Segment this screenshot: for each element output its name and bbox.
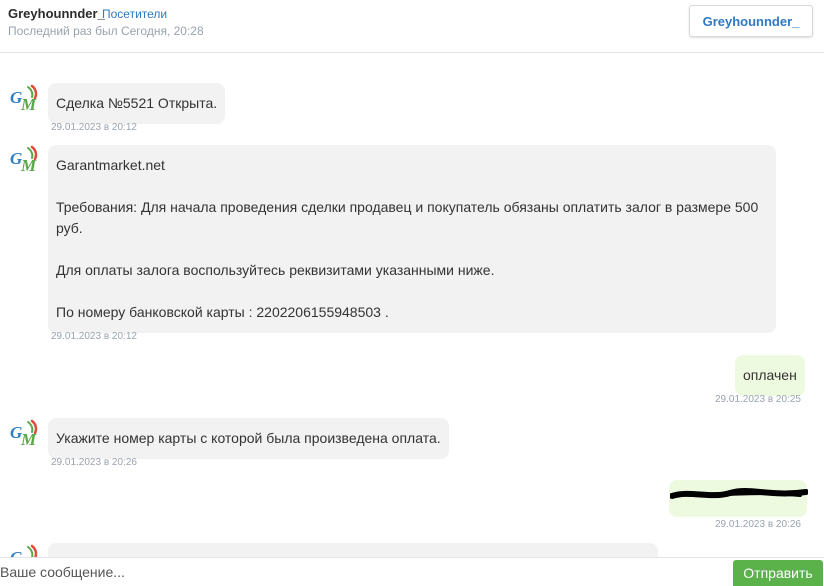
svg-text:M: M xyxy=(20,430,37,449)
message-text: оплачен xyxy=(743,367,797,383)
message-text: По номеру банковской карты : 22022061559… xyxy=(56,304,389,320)
message-text: Требования: Для начала проведения сделки… xyxy=(56,199,759,215)
message-text: Укажите номер карты с которой была произ… xyxy=(56,430,441,446)
message-bubble-incoming: Укажите номер карты с которой была произ… xyxy=(48,418,449,459)
svg-text:M: M xyxy=(20,156,37,175)
message-text: Сделка №5521 Открыта. xyxy=(56,95,218,111)
message-text xyxy=(56,239,768,260)
message-timestamp: 29.01.2023 в 20:12 xyxy=(51,122,137,133)
message-text: руб. xyxy=(56,220,83,236)
message-bubble-incoming: Сделка №5521 Открыта. xyxy=(48,83,226,124)
gm-logo-icon: GM xyxy=(8,83,42,117)
svg-text:M: M xyxy=(20,95,37,114)
chat-username[interactable]: Greyhounnder_ xyxy=(8,6,105,21)
redaction-scribble xyxy=(670,488,808,499)
message-bubble-outgoing: оплачен xyxy=(735,355,805,396)
message-timestamp: 29.01.2023 в 20:25 xyxy=(715,394,801,405)
last-seen-status: Последний раз был Сегодня, 20:28 xyxy=(8,24,204,38)
message-feed[interactable]: GM Сделка №5521 Открыта. 29.01.2023 в 20… xyxy=(0,54,824,557)
message-composer: Отправить xyxy=(0,557,824,586)
gm-logo-icon: GM xyxy=(8,543,42,557)
message-text: Garantmarket.net xyxy=(56,157,165,173)
message-timestamp: 29.01.2023 в 20:26 xyxy=(715,519,801,530)
message-input[interactable] xyxy=(0,562,720,582)
user-role-tag[interactable]: Посетители xyxy=(102,7,167,21)
send-button[interactable]: Отправить xyxy=(733,560,823,586)
chat-header: Greyhounnder_ Посетители Последний раз б… xyxy=(0,0,824,53)
message-bubble-incoming: Garantmarket.net Требования: Для начала … xyxy=(48,145,776,333)
message-text xyxy=(56,281,768,302)
gm-logo-icon: GM xyxy=(8,144,42,178)
message-timestamp: 29.01.2023 в 20:26 xyxy=(51,457,137,468)
message-text: Для оплаты залога воспользуйтесь реквизи… xyxy=(56,262,495,278)
gm-logo-icon: GM xyxy=(8,418,42,452)
message-text xyxy=(56,176,768,197)
message-timestamp: 29.01.2023 в 20:12 xyxy=(51,331,137,342)
profile-button[interactable]: Greyhounnder_ xyxy=(689,5,813,37)
message-bubble-incoming xyxy=(48,543,658,557)
